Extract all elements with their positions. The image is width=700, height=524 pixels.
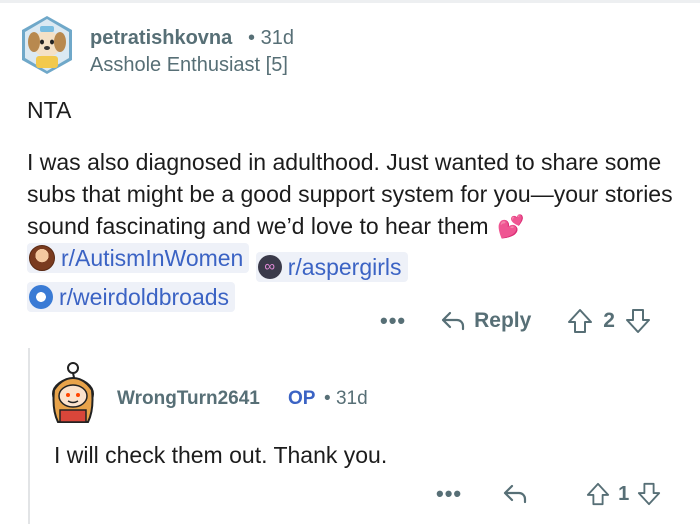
reply-username[interactable]: WrongTurn2641 bbox=[117, 388, 260, 410]
planet-icon bbox=[29, 285, 53, 309]
subreddit-link-weirdoldbroads[interactable]: r/weirdoldbroads bbox=[27, 282, 236, 312]
comment-body: I was also diagnosed in adulthood. Just … bbox=[27, 146, 687, 317]
reply-body: I will check them out. Thank you. bbox=[54, 442, 388, 468]
vote-controls: 1 bbox=[586, 481, 661, 507]
comment-verdict: NTA bbox=[27, 97, 72, 123]
comment-action-bar: ••• Reply 2 bbox=[380, 304, 651, 338]
reply-button[interactable] bbox=[502, 483, 536, 505]
avatar[interactable] bbox=[16, 14, 78, 76]
comment-text: I was also diagnosed in adulthood. Just … bbox=[27, 149, 673, 239]
thread-line[interactable] bbox=[28, 348, 30, 524]
divider bbox=[0, 0, 700, 3]
infinity-icon: ∞ bbox=[257, 255, 282, 279]
heart-emoji: 💕 bbox=[496, 214, 525, 239]
subreddit-link-autisminwomen[interactable]: r/AutismInWomen bbox=[27, 243, 250, 273]
downvote-icon[interactable] bbox=[637, 481, 661, 507]
reply-button[interactable]: Reply bbox=[440, 309, 531, 333]
upvote-icon[interactable] bbox=[567, 307, 593, 335]
reply-arrow-icon bbox=[442, 311, 465, 331]
user-flair: Asshole Enthusiast [5] bbox=[90, 54, 288, 76]
comment-username[interactable]: petratishkovna bbox=[90, 27, 232, 50]
comment-age: • 31d bbox=[248, 27, 294, 49]
reply-action-bar: ••• 1 bbox=[436, 478, 661, 510]
comment-thread: petratishkovna • 31d Asshole Enthusiast … bbox=[0, 0, 700, 524]
subreddit-link-aspergirls[interactable]: ∞ r/aspergirls bbox=[255, 252, 408, 282]
more-options-button[interactable]: ••• bbox=[380, 308, 406, 334]
subreddit-avatar-icon bbox=[29, 245, 55, 271]
vote-controls: 2 bbox=[567, 307, 651, 335]
more-options-button[interactable]: ••• bbox=[436, 481, 462, 507]
upvote-icon[interactable] bbox=[586, 481, 610, 507]
reply-avatar[interactable] bbox=[44, 360, 102, 426]
vote-score: 1 bbox=[618, 482, 630, 505]
reply-arrow-icon bbox=[504, 484, 527, 504]
downvote-icon[interactable] bbox=[625, 307, 651, 335]
vote-score: 2 bbox=[603, 309, 615, 332]
op-badge: OP bbox=[288, 388, 316, 409]
reply-age: • 31d bbox=[324, 388, 368, 409]
